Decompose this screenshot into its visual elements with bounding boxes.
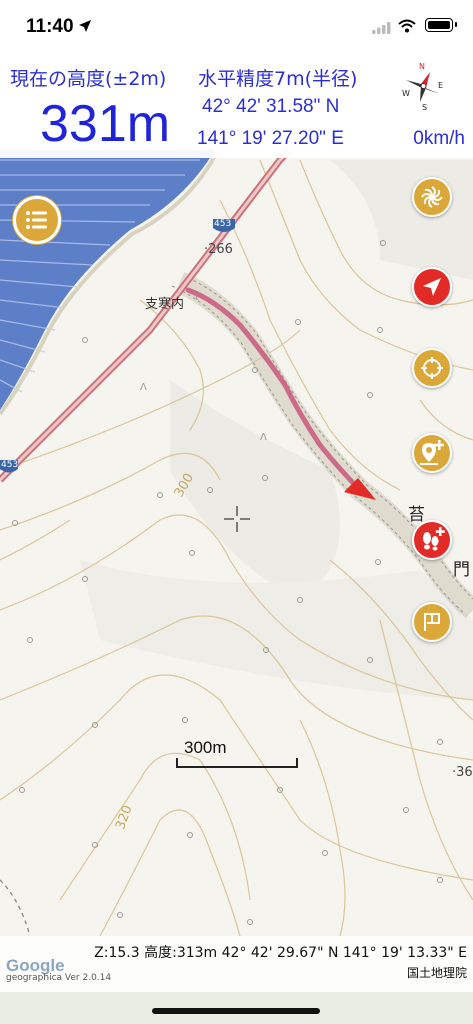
battery-icon <box>425 18 457 32</box>
spiral-button[interactable] <box>412 177 452 217</box>
svg-text:Λ: Λ <box>260 432 267 443</box>
footprint-icon <box>423 527 445 551</box>
status-bar: 11:40 <box>0 0 473 56</box>
flag-icon <box>424 613 440 631</box>
app-version: geographica Ver 2.0.14 <box>6 973 112 983</box>
status-time: 11:40 <box>26 16 74 37</box>
road-number-left: 453 <box>1 460 19 470</box>
crosshair-target-icon <box>421 357 443 379</box>
altitude-value: 331m <box>40 95 171 153</box>
wifi-icon <box>398 19 416 33</box>
footprint-button[interactable] <box>412 520 452 560</box>
elevation-point-266: ·266 <box>204 242 233 257</box>
navigation-arrow-icon <box>423 278 441 296</box>
compass-s: S <box>422 103 427 112</box>
map-center-readout: Z:15.3 高度:313m 42° 42' 29.67" N 141° 19'… <box>94 945 467 961</box>
altitude-label: 現在の高度(±2m) <box>10 68 167 90</box>
map-credit: 国土地理院 <box>406 966 467 980</box>
spiral-icon <box>421 186 443 208</box>
elevation-point-right: ·36 <box>452 765 473 780</box>
compass-icon[interactable]: N E S W <box>400 58 446 116</box>
trail-name-char-3: 門 <box>453 560 470 580</box>
location-services-icon <box>79 20 91 32</box>
road-number-top: 453 <box>214 219 232 229</box>
compass-e: E <box>438 81 443 90</box>
add-location-pin-icon <box>420 440 444 465</box>
map-center-crosshair <box>224 506 250 532</box>
add-pin-button[interactable] <box>412 433 452 473</box>
bottom-info-bar: Google geographica Ver 2.0.14 Z:15.3 高度:… <box>0 936 473 992</box>
menu-button[interactable] <box>13 196 61 244</box>
scale-bar-line <box>176 758 298 768</box>
place-name: 支寒内 <box>145 297 185 312</box>
navigate-button[interactable] <box>412 267 452 307</box>
cellular-signal-icon <box>372 22 391 34</box>
flag-button[interactable] <box>412 602 452 642</box>
latitude-value: 42° 42' 31.58" N <box>202 96 340 117</box>
menu-list-icon <box>26 211 47 229</box>
home-indicator[interactable] <box>152 1008 320 1014</box>
compass-n: N <box>419 62 425 71</box>
info-panel: 現在の高度(±2m) 331m 水平精度7m(半径) 42° 42' 31.58… <box>0 56 473 158</box>
target-button[interactable] <box>412 348 452 388</box>
accuracy-label: 水平精度7m(半径) <box>198 68 358 90</box>
svg-text:Λ: Λ <box>140 382 147 393</box>
compass-w: W <box>402 89 410 98</box>
scale-bar: 300m <box>176 738 298 768</box>
longitude-value: 141° 19' 27.20" E <box>197 128 344 149</box>
speed-value: 0km/h <box>413 128 465 149</box>
